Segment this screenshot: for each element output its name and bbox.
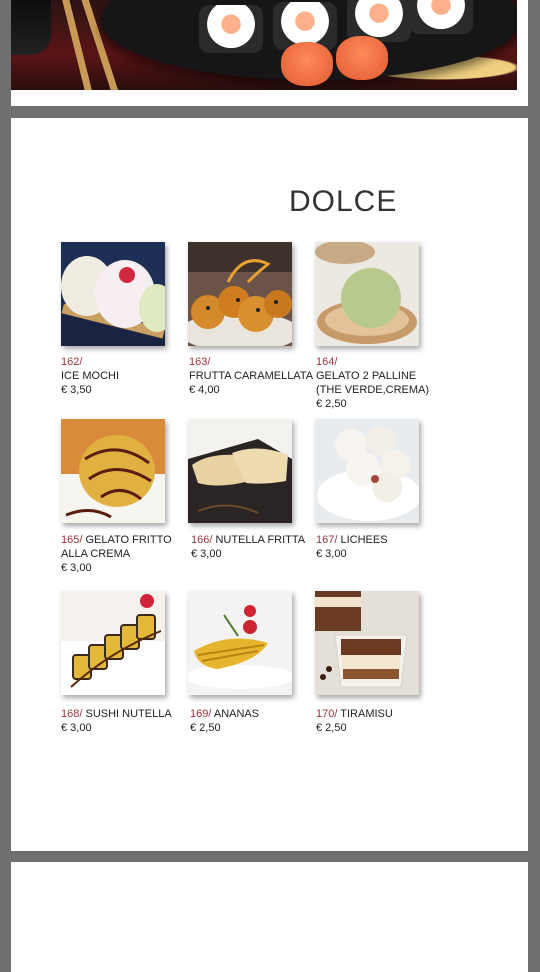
item-price: € 3,00 [316, 548, 347, 560]
item-price: € 3,00 [61, 562, 92, 574]
next-menu-page [11, 862, 528, 972]
frutta-caramellata-photo [188, 242, 292, 346]
soy-sauce-dish [11, 0, 51, 55]
sushi-roll [409, 0, 473, 34]
salmon-nigiri [336, 36, 388, 80]
item-name: LICHEES [340, 534, 388, 546]
item-number: 164/ [316, 356, 338, 368]
ananas-photo [188, 591, 292, 695]
item-number: 170/ [316, 708, 338, 720]
gelato-fritto-photo [61, 419, 165, 523]
item-price: € 4,00 [189, 384, 220, 396]
item-name: TIRAMISU [340, 708, 393, 720]
item-price: € 3,00 [61, 722, 92, 734]
lichees-photo [315, 419, 419, 523]
item-name: ICE MOCHI [61, 370, 120, 382]
item-price: € 3,50 [61, 384, 92, 396]
item-number: 162/ [61, 356, 83, 368]
item-number: 167/ [316, 534, 338, 546]
item-name: NUTELLA FRITTA [215, 534, 306, 546]
item-number: 168/ [61, 708, 83, 720]
item-price: € 3,00 [191, 548, 222, 560]
salmon-nigiri [281, 42, 333, 86]
item-number: 166/ [191, 534, 213, 546]
item-price: € 2,50 [190, 722, 221, 734]
item-name: FRUTTA CARAMELLATA [189, 370, 314, 382]
item-name: ANANAS [213, 708, 260, 720]
sushi-nutella-photo [61, 591, 165, 695]
item-price: € 2,50 [316, 722, 347, 734]
item-name-detail: ALLA CREMA [61, 548, 131, 560]
nutella-fritta-photo [188, 419, 292, 523]
item-name: GELATO FRITTO [85, 534, 172, 546]
item-name-detail: (THE VERDE,CREMA) [316, 384, 430, 396]
sushi-photo [11, 0, 517, 90]
tiramisu-photo [315, 591, 419, 695]
item-name: GELATO 2 PALLINE [316, 370, 417, 382]
item-number: 163/ [189, 356, 211, 368]
sushi-roll [199, 5, 263, 53]
item-number: 169/ [190, 708, 212, 720]
section-title: DOLCE [289, 185, 398, 218]
item-price: € 2,50 [316, 398, 347, 410]
item-number: 165/ [61, 534, 83, 546]
item-name: SUSHI NUTELLA [85, 708, 172, 720]
gelato-photo [315, 242, 419, 346]
ice-mochi-photo [61, 242, 165, 346]
previous-menu-page [11, 0, 528, 106]
